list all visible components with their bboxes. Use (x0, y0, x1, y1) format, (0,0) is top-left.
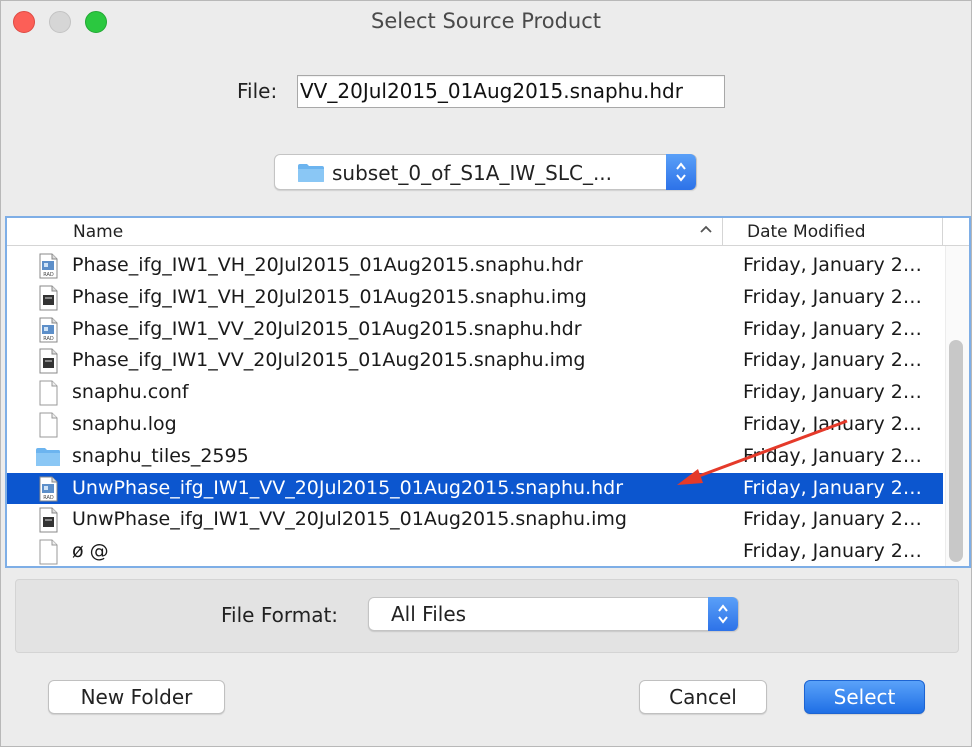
file-date-modified: Friday, January 2… (743, 540, 922, 563)
file-row[interactable]: snaphu_tiles_2595 Friday, January 2… (7, 441, 943, 473)
svg-text:RAD: RAD (43, 336, 54, 342)
dialog-window: Select Source Product File: VV_20Jul2015… (0, 0, 972, 747)
document-icon (35, 380, 61, 406)
chevron-up-down-icon (718, 604, 728, 624)
svg-text:RAD: RAD (43, 495, 54, 501)
new-folder-button[interactable]: New Folder (48, 680, 225, 714)
file-format-value: All Files (391, 602, 467, 626)
file-label: File: (237, 79, 278, 103)
folder-name: subset_0_of_S1A_IW_SLC_... (332, 161, 613, 185)
file-list[interactable]: Name Date Modified RAD Phase_ifg_IW1_VH_2… (5, 216, 971, 568)
new-folder-label: New Folder (80, 685, 193, 709)
file-date-modified: Friday, January 2… (743, 508, 922, 531)
window-title: Select Source Product (371, 9, 601, 33)
file-date-modified: Friday, January 2… (743, 381, 922, 404)
rad-file-icon: RAD (35, 476, 61, 502)
document-icon (35, 412, 61, 438)
file-date-modified: Friday, January 2… (743, 444, 922, 467)
file-row[interactable]: RAD UnwPhase_ifg_IW1_VV_20Jul2015_01Aug20… (7, 472, 943, 505)
file-date-modified: Friday, January 2… (743, 317, 922, 340)
folder-location-popup[interactable]: subset_0_of_S1A_IW_SLC_... (274, 154, 697, 190)
column-divider[interactable] (722, 218, 723, 246)
folder-popup-stepper[interactable] (666, 154, 696, 190)
svg-text:RAD: RAD (43, 272, 54, 278)
file-date-modified: Friday, January 2… (743, 254, 922, 276)
rad-file-icon: RAD (35, 253, 61, 279)
folder-icon (35, 444, 61, 470)
file-row[interactable]: snaphu.log Friday, January 2… (7, 409, 943, 441)
file-name: snaphu.log (72, 412, 177, 435)
file-date-modified: Friday, January 2… (743, 285, 922, 308)
cancel-label: Cancel (669, 685, 737, 709)
file-row[interactable]: RAD Phase_ifg_IW1_VH_20Jul2015_01Aug2015.… (7, 250, 943, 282)
list-header: Name Date Modified (7, 218, 969, 246)
file-row[interactable]: Phase_ifg_IW1_VH_20Jul2015_01Aug2015.sna… (7, 282, 943, 314)
file-name: UnwPhase_ifg_IW1_VV_20Jul2015_01Aug2015.… (72, 508, 627, 531)
file-row[interactable]: RAD Phase_ifg_IW1_VV_20Jul2015_01Aug2015.… (7, 314, 943, 346)
file-format-label: File Format: (221, 603, 339, 627)
rad-file-icon: RAD (35, 317, 61, 343)
file-row[interactable]: ø @ Friday, January 2… (7, 536, 943, 566)
file-name: Phase_ifg_IW1_VV_20Jul2015_01Aug2015.sna… (72, 317, 582, 340)
image-file-icon (35, 507, 61, 533)
cancel-button[interactable]: Cancel (639, 680, 767, 714)
sort-ascending-icon[interactable] (699, 224, 713, 234)
file-name: Phase_ifg_IW1_VV_20Jul2015_01Aug2015.sna… (72, 349, 586, 372)
select-label: Select (833, 685, 896, 709)
title-bar: Select Source Product (1, 1, 971, 45)
select-button[interactable]: Select (804, 680, 925, 714)
file-date-modified: Friday, January 2… (743, 349, 922, 372)
file-name: snaphu.conf (72, 381, 189, 404)
column-header-date-modified[interactable]: Date Modified (747, 222, 866, 242)
file-row[interactable]: UnwPhase_ifg_IW1_VV_20Jul2015_01Aug2015.… (7, 504, 943, 536)
file-name: Phase_ifg_IW1_VH_20Jul2015_01Aug2015.sna… (72, 285, 587, 308)
file-name: Phase_ifg_IW1_VH_20Jul2015_01Aug2015.sna… (72, 254, 583, 276)
document-icon (35, 539, 61, 565)
file-name: ø @ (72, 540, 109, 563)
file-format-popup[interactable]: All Files (368, 597, 739, 631)
format-popup-stepper[interactable] (708, 597, 738, 631)
folder-icon (298, 164, 324, 182)
chevron-up-down-icon (676, 162, 686, 182)
column-header-name[interactable]: Name (73, 222, 123, 242)
file-row[interactable]: snaphu.conf Friday, January 2… (7, 377, 943, 409)
file-date-modified: Friday, January 2… (743, 476, 922, 499)
image-file-icon (35, 348, 61, 374)
scrollbar-thumb[interactable] (949, 340, 963, 562)
file-row[interactable]: Phase_ifg_IW1_VV_20Jul2015_01Aug2015.sna… (7, 345, 943, 377)
file-date-modified: Friday, January 2… (743, 412, 922, 435)
image-file-icon (35, 285, 61, 311)
file-name: UnwPhase_ifg_IW1_VV_20Jul2015_01Aug2015.… (72, 476, 624, 499)
column-divider[interactable] (942, 218, 943, 246)
file-name: snaphu_tiles_2595 (72, 444, 249, 467)
file-name-input[interactable]: VV_20Jul2015_01Aug2015.snaphu.hdr (297, 75, 725, 108)
file-rows: RAD Phase_ifg_IW1_VH_20Jul2015_01Aug2015.… (7, 250, 943, 566)
